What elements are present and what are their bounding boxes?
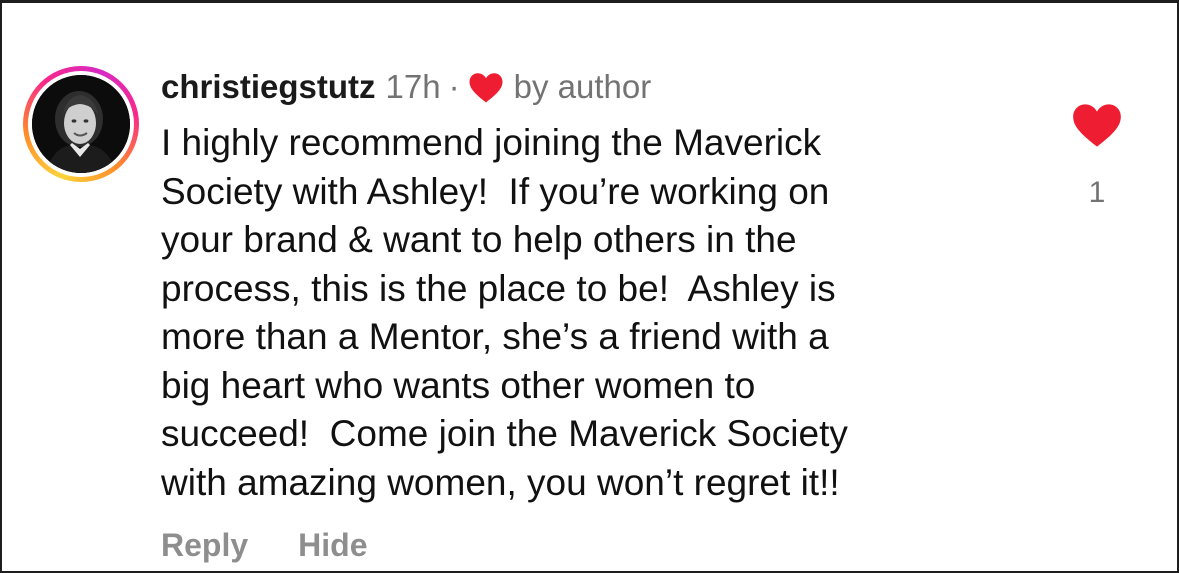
liked-by-author-label: by author [513, 68, 652, 105]
comment-actions: Reply Hide [161, 527, 367, 564]
comment-header: christiegstutz 17h · by author [161, 65, 651, 109]
heart-filled-icon[interactable] [1071, 101, 1123, 149]
hide-button[interactable]: Hide [298, 527, 367, 564]
avatar[interactable] [32, 75, 130, 173]
reply-button[interactable]: Reply [161, 527, 248, 564]
comment-card: christiegstutz 17h · by author I highly … [0, 0, 1179, 573]
like-count[interactable]: 1 [1072, 176, 1122, 210]
profile-photo [32, 75, 130, 173]
username[interactable]: christiegstutz [161, 68, 376, 106]
story-ring[interactable] [23, 66, 139, 182]
comment-text: I highly recommend joining the Maverick … [161, 122, 848, 503]
separator-dot: · [448, 68, 460, 105]
timestamp: 17h [385, 68, 441, 105]
heart-icon [469, 72, 503, 102]
